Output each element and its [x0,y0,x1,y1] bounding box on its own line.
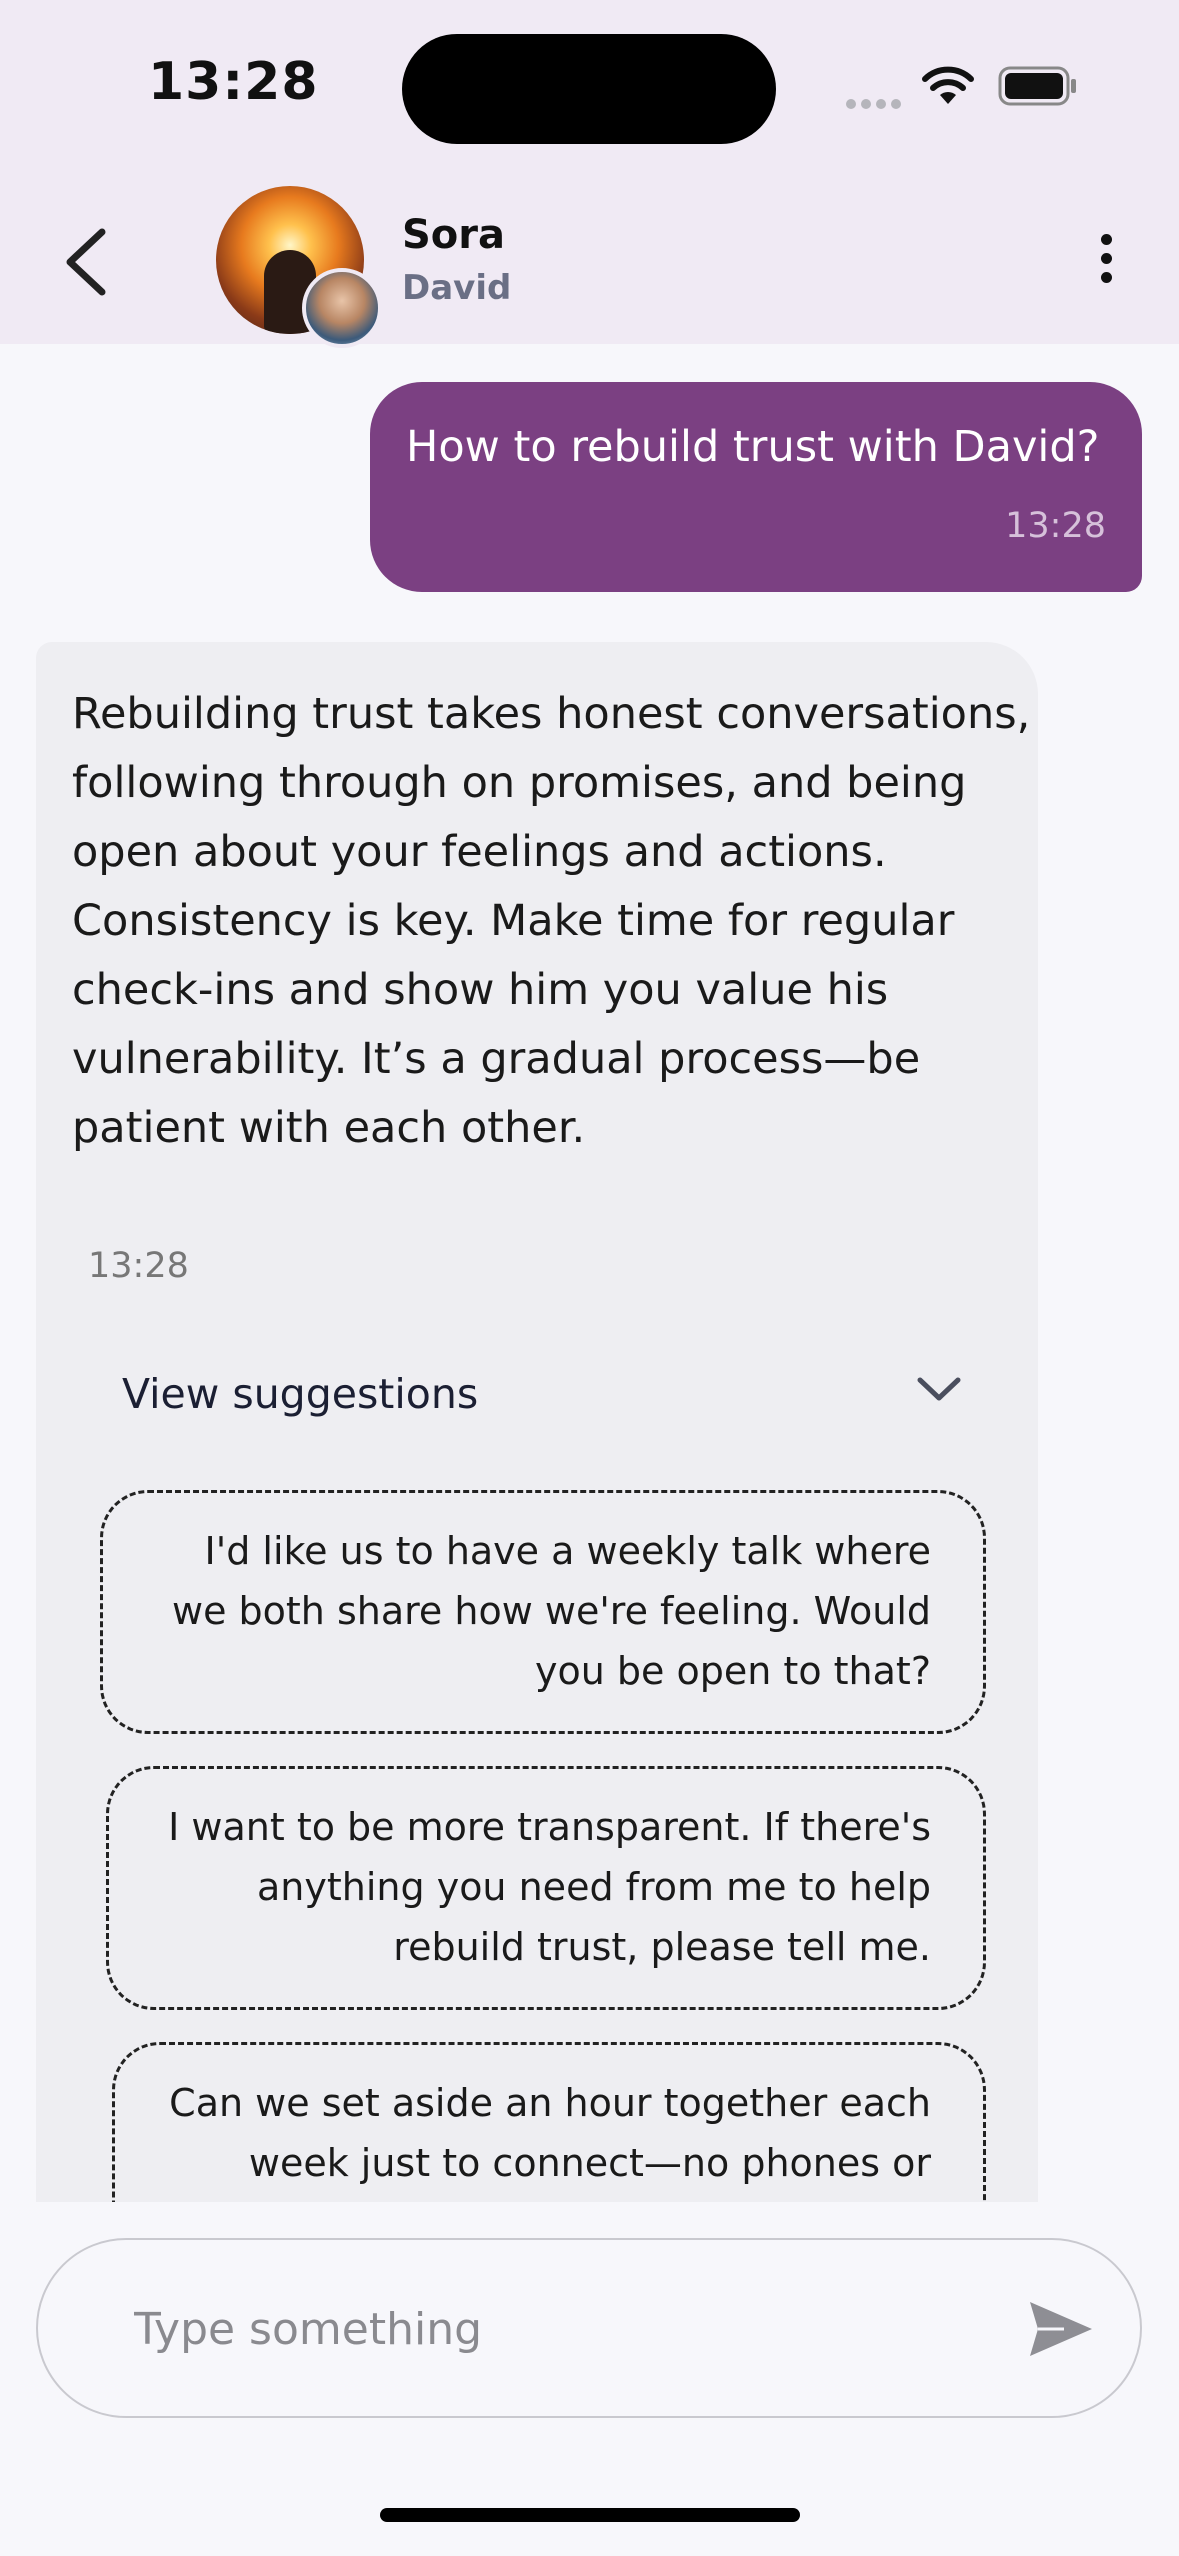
view-suggestions-label: View suggestions [122,1370,479,1418]
wifi-icon [922,66,974,104]
message-composer [36,2238,1142,2418]
message-text: Rebuilding trust takes honest conversati… [72,689,1031,1153]
message-time: 13:28 [1005,506,1106,546]
status-time: 13:28 [148,52,319,112]
dynamic-island [402,34,776,144]
message-text: How to rebuild trust with David? [406,422,1100,472]
suggestion-chip[interactable]: Can we set aside an hour together each w… [112,2042,986,2202]
avatar[interactable] [216,186,382,348]
suggestion-chip[interactable]: I want to be more transparent. If there'… [106,1766,986,2010]
view-suggestions-toggle[interactable]: View suggestions [122,1356,962,1436]
chevron-left-icon [66,228,106,296]
assistant-message-bubble: Rebuilding trust takes honest conversati… [36,642,1038,2202]
home-indicator [380,2508,800,2522]
cellular-signal-icon [846,94,906,113]
battery-icon [998,66,1076,106]
chevron-down-icon [917,1377,961,1401]
chat-title: Sora [402,212,506,258]
back-button[interactable] [58,224,118,300]
chat-subtitle: David [402,268,512,308]
message-input[interactable] [132,2288,936,2370]
contact-avatar [302,268,382,348]
more-options-button[interactable] [1094,234,1118,288]
message-time: 13:28 [88,1246,189,1286]
more-vertical-icon [1094,234,1118,283]
user-message-bubble: How to rebuild trust with David? 13:28 [370,382,1142,592]
suggestion-chip[interactable]: I'd like us to have a weekly talk where … [100,1490,986,1734]
send-button[interactable] [1024,2294,1098,2364]
send-icon [1030,2302,1092,2356]
